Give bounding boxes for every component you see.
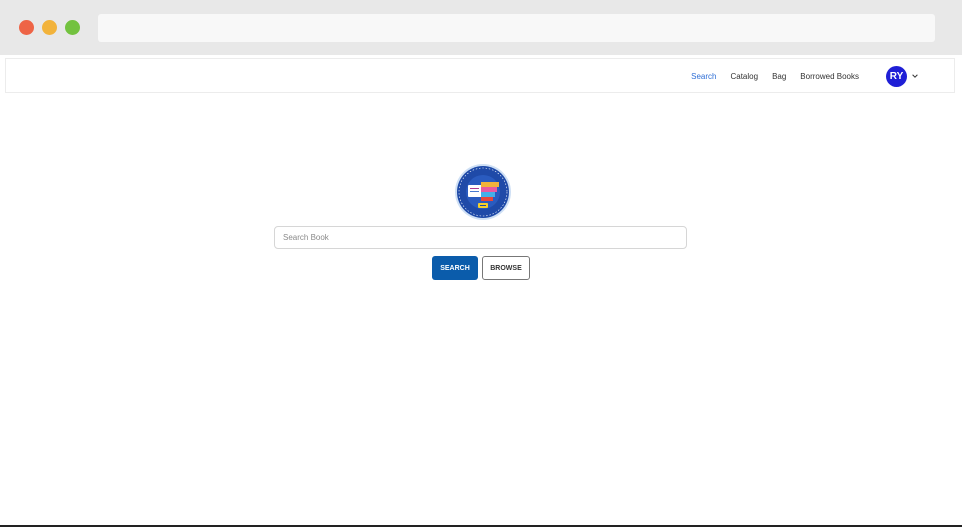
nav-links: Search Catalog Bag Borrowed Books [677, 59, 859, 94]
search-input[interactable] [274, 226, 687, 249]
close-window-icon[interactable] [19, 20, 34, 35]
page-viewport: Search Catalog Bag Borrowed Books RY SEA… [0, 55, 962, 529]
browser-chrome [0, 0, 962, 55]
nav-link-catalog[interactable]: Catalog [730, 72, 758, 81]
nav-link-bag[interactable]: Bag [772, 72, 786, 81]
address-bar[interactable] [98, 14, 935, 42]
nav-link-borrowed-books[interactable]: Borrowed Books [800, 72, 859, 81]
nav-link-search[interactable]: Search [691, 72, 716, 81]
search-button[interactable]: SEARCH [432, 256, 478, 280]
user-menu[interactable]: RY [886, 65, 919, 87]
chevron-down-icon[interactable] [911, 72, 919, 80]
top-navbar: Search Catalog Bag Borrowed Books RY [5, 58, 955, 93]
browse-button[interactable]: BROWSE [482, 256, 530, 280]
library-logo-icon [455, 164, 511, 220]
minimize-window-icon[interactable] [42, 20, 57, 35]
avatar[interactable]: RY [886, 65, 907, 87]
maximize-window-icon[interactable] [65, 20, 80, 35]
bottom-divider [0, 525, 962, 527]
